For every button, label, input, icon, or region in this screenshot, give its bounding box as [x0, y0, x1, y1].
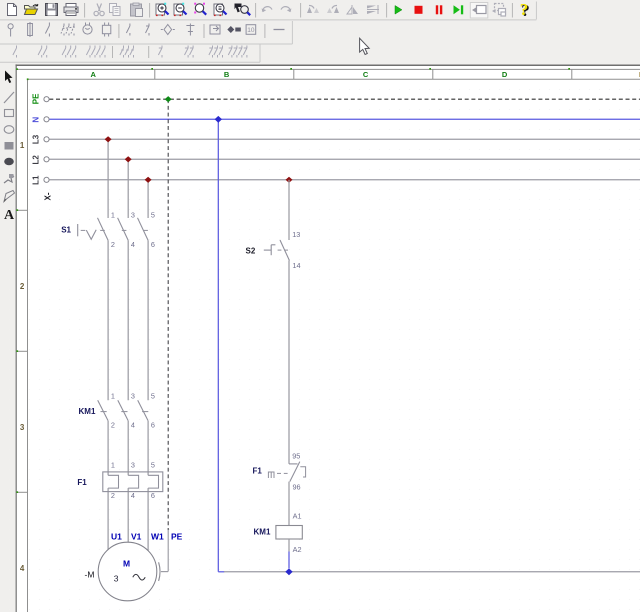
svg-text:2: 2: [111, 421, 115, 430]
svg-text:3: 3: [131, 460, 135, 469]
svg-text:4: 4: [131, 491, 135, 500]
svg-text:4: 4: [131, 240, 135, 249]
svg-text:4: 4: [131, 421, 135, 430]
svg-text:4: 4: [20, 564, 25, 573]
svg-text:96: 96: [293, 482, 301, 491]
svg-text:V1: V1: [131, 532, 142, 542]
svg-text:3: 3: [131, 391, 135, 400]
svg-text:A1: A1: [293, 512, 302, 521]
svg-text:6: 6: [151, 421, 155, 430]
svg-text:KM1: KM1: [79, 407, 96, 416]
svg-text:6: 6: [151, 491, 155, 500]
svg-text:M: M: [123, 559, 130, 569]
svg-text:X-: X-: [43, 192, 52, 200]
svg-text:3: 3: [20, 423, 25, 432]
svg-text:5: 5: [151, 210, 155, 219]
svg-text:PE: PE: [171, 532, 183, 542]
svg-text:5: 5: [151, 391, 155, 400]
svg-text:2: 2: [111, 491, 115, 500]
svg-text:A: A: [4, 208, 15, 223]
svg-text:-M: -M: [85, 569, 95, 579]
svg-text:PE: PE: [32, 93, 41, 104]
svg-text:D: D: [502, 70, 508, 79]
svg-text:L1: L1: [32, 175, 41, 185]
svg-text:3: 3: [131, 210, 135, 219]
svg-text:13: 13: [292, 230, 300, 239]
svg-text:N: N: [32, 117, 41, 123]
svg-text:F1: F1: [253, 467, 263, 476]
svg-text:B: B: [224, 70, 230, 79]
svg-text:S1: S1: [61, 226, 71, 235]
svg-text:1: 1: [111, 460, 115, 469]
svg-text:1: 1: [111, 210, 115, 219]
svg-text:A: A: [90, 70, 96, 79]
svg-text:KM1: KM1: [254, 527, 271, 536]
svg-text:W1: W1: [151, 532, 164, 542]
svg-text:F1: F1: [77, 478, 87, 487]
svg-text:2: 2: [111, 240, 115, 249]
svg-text:L2: L2: [32, 155, 41, 165]
svg-text:L3: L3: [32, 134, 41, 144]
svg-text:6: 6: [151, 240, 155, 249]
svg-text:10: 10: [247, 27, 255, 34]
svg-text:C: C: [363, 70, 369, 79]
svg-text:A2: A2: [293, 545, 302, 554]
svg-text:U1: U1: [111, 532, 122, 542]
svg-text:95: 95: [292, 451, 300, 460]
svg-text:2: 2: [20, 282, 25, 291]
svg-text:5: 5: [151, 460, 155, 469]
svg-text:1: 1: [20, 141, 25, 150]
svg-text:1: 1: [111, 391, 115, 400]
svg-text:3: 3: [114, 574, 119, 584]
svg-text:S2: S2: [246, 246, 256, 255]
svg-text:?: ?: [520, 0, 529, 19]
svg-text:14: 14: [292, 261, 300, 270]
